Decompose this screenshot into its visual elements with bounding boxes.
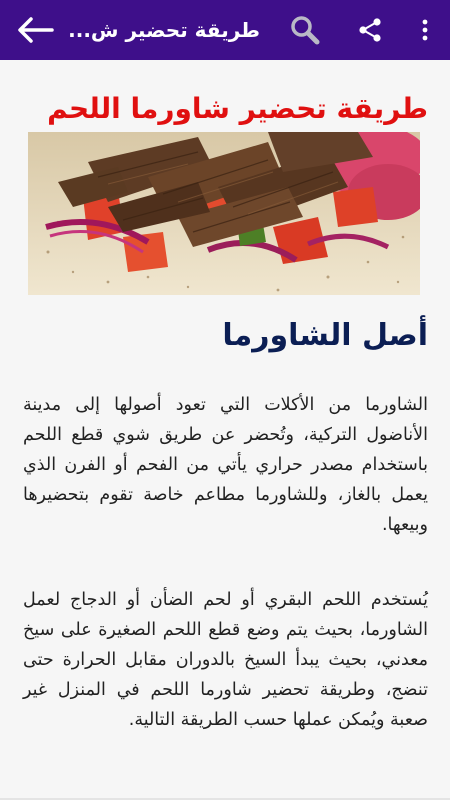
article-paragraph: يُستخدم اللحم البقري أو لحم الضأن أو الد…	[23, 590, 428, 730]
hero-image	[28, 132, 420, 295]
share-icon	[359, 18, 381, 42]
article-paragraph: الشاورما من الأكلات التي تعود أصولها إلى…	[23, 395, 428, 535]
more-options-button[interactable]	[410, 0, 440, 60]
back-button[interactable]	[4, 0, 66, 60]
article-content: طريقة تحضير شاورما اللحم أصل الشاورما ال…	[0, 60, 450, 800]
article-headline: طريقة تحضير شاورما اللحم	[47, 92, 428, 125]
search-button[interactable]	[282, 0, 328, 60]
app-bar: طريقة تحضير ش...	[0, 0, 450, 60]
more-vert-icon	[422, 19, 428, 41]
shawarma-image	[28, 132, 420, 295]
search-icon	[291, 16, 320, 45]
section-title: أصل الشاورما	[222, 318, 428, 353]
back-arrow-icon	[18, 17, 54, 43]
share-button[interactable]	[348, 0, 392, 60]
app-bar-title: طريقة تحضير ش...	[68, 18, 260, 42]
